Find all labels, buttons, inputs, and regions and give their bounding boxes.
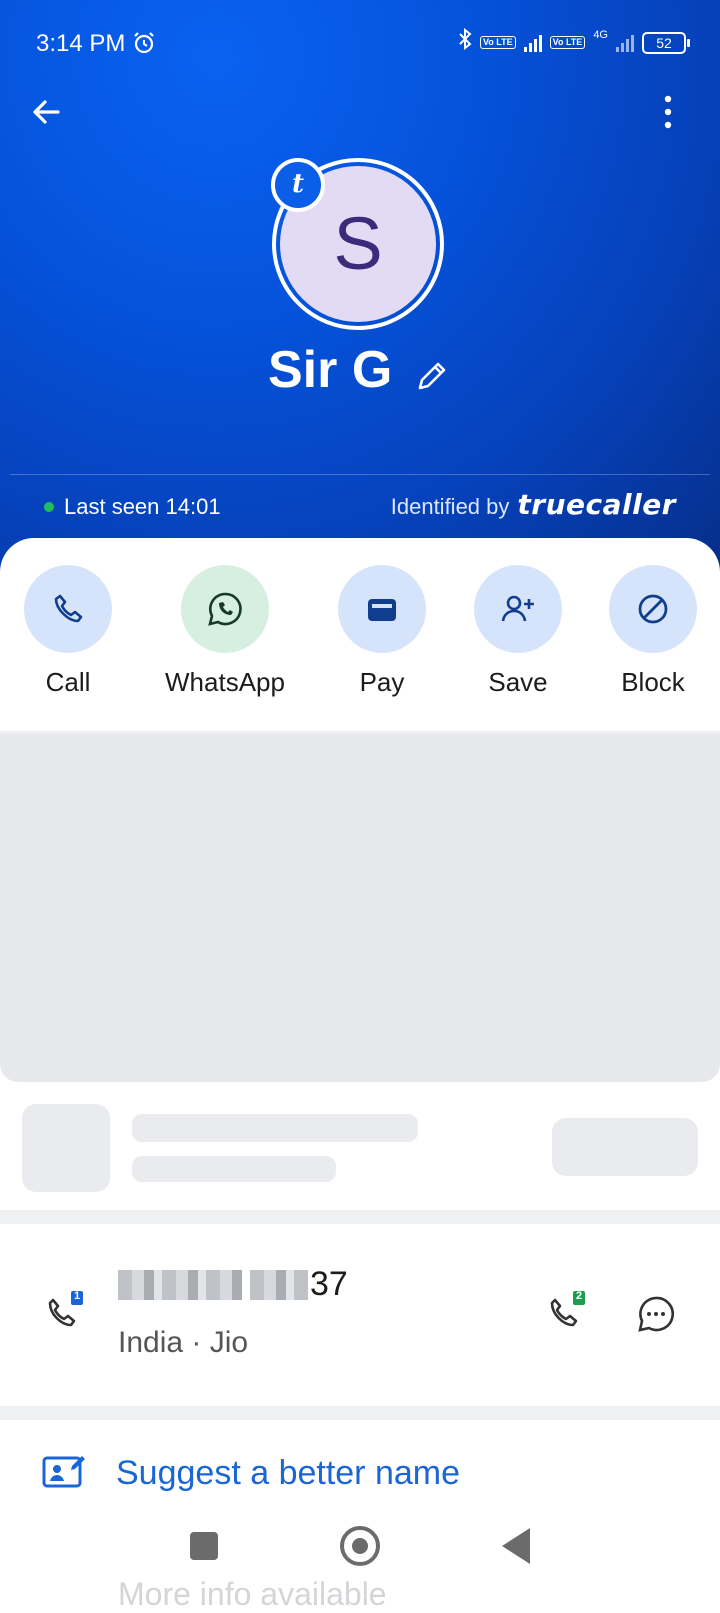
status-time: 3:14 PM [36,30,126,57]
call-button[interactable]: Call [0,565,138,698]
bluetooth-icon [458,27,472,57]
phone-number-tail: 37 [310,1265,348,1303]
call-label: Call [45,667,91,697]
truecaller-badge-icon: t [271,158,325,212]
sim2-label: 2 [576,1290,583,1302]
pay-label: Pay [359,667,405,697]
ad-placeholder [0,734,720,1082]
header-divider [10,474,710,475]
identified-prefix: Identified by [390,494,510,519]
add-person-icon [474,565,562,653]
section-band [0,1406,720,1420]
action-buttons: Call WhatsApp Pay Save Block [0,565,720,715]
signal-icon [523,34,542,52]
profile-header: 3:14 PM Vo LTE Vo LTE 4G 52 S t Sir G La… [0,0,720,580]
save-button[interactable]: Save [448,565,588,698]
call-sim1-icon[interactable]: 1 [44,1288,88,1332]
identified-by: Identified by truecaller [391,488,676,521]
recent-apps-button[interactable] [190,1532,218,1560]
volte-badge-2: Vo LTE [549,36,586,49]
phone-icon [24,565,112,653]
more-info-text[interactable]: More info available [118,1576,387,1613]
edit-card-icon [42,1452,86,1495]
suggest-name-label: Suggest a better name [116,1454,461,1492]
section-band [0,1210,720,1224]
alarm-icon [132,31,156,62]
last-seen-text: Last seen 14:01 [64,494,221,519]
contact-name: Sir G [268,341,393,399]
skeleton-line [132,1156,336,1182]
signal-icon-2 [616,34,634,52]
status-bar: 3:14 PM Vo LTE Vo LTE 4G 52 [0,0,720,80]
more-options-icon[interactable] [660,94,676,130]
redacted-number [118,1270,242,1300]
block-icon [609,565,697,653]
whatsapp-button[interactable]: WhatsApp [155,565,295,698]
skeleton-button [552,1118,698,1176]
home-button[interactable] [340,1526,380,1566]
skeleton-line [132,1114,418,1142]
nav-back-button[interactable] [502,1528,530,1564]
call-sim2-icon[interactable]: 2 [546,1288,590,1332]
online-dot-icon [44,502,54,512]
last-seen-status: Last seen 14:01 [44,494,221,520]
truecaller-logo: truecaller [517,488,676,521]
skeleton-thumbnail [22,1104,110,1192]
sim1-label: 1 [74,1290,81,1302]
phone-number-row[interactable] [0,1226,720,1406]
whatsapp-icon [181,565,269,653]
pay-button[interactable]: Pay [312,565,452,698]
back-arrow-icon[interactable] [28,94,64,130]
edit-pencil-icon[interactable] [414,358,450,394]
message-icon[interactable] [636,1294,676,1334]
block-button[interactable]: Block [583,565,720,698]
block-label: Block [621,667,685,697]
carrier-info: India · Jio [118,1326,249,1359]
network-type: 4G [593,28,608,41]
volte-badge: Vo LTE [479,36,516,49]
wallet-icon [338,565,426,653]
whatsapp-label: WhatsApp [165,667,285,697]
suggest-name-button[interactable]: Suggest a better name [42,1452,460,1495]
redacted-number [250,1270,308,1300]
save-label: Save [488,667,548,697]
battery-icon: 52 [642,31,690,54]
